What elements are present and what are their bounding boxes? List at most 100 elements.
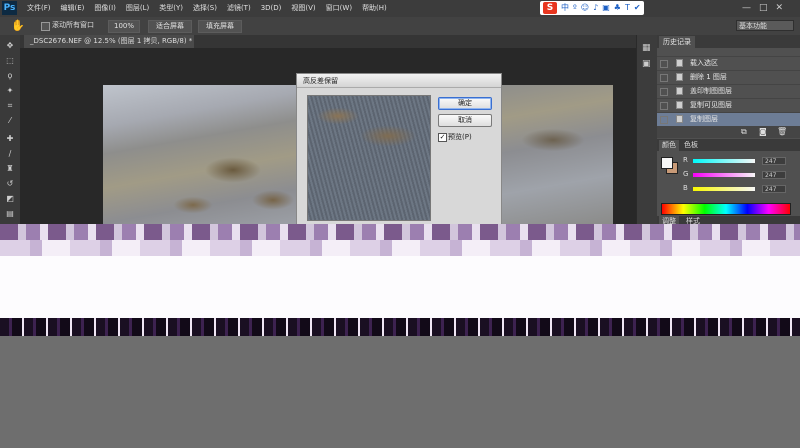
tab-history[interactable]: 历史记录 xyxy=(659,36,695,48)
menu-3d[interactable]: 3D(D) xyxy=(256,0,287,17)
eyedropper-tool-icon[interactable]: ⁄ xyxy=(5,116,15,126)
history-tabbar: 历史记录 xyxy=(657,35,800,48)
history-panel: 历史记录 载入选区 删除 1 图层 盖印制图图层 复制可见图层 复制图层 ⧉ ◙… xyxy=(657,35,800,139)
history-brush-tool-icon[interactable]: ↺ xyxy=(5,179,15,189)
tab-color[interactable]: 颜色 xyxy=(659,140,679,151)
snapshot-camera-icon[interactable]: ◙ xyxy=(759,127,767,136)
ime-punct-icon[interactable]: º xyxy=(573,1,577,15)
preview-label: 预览(P) xyxy=(448,133,472,141)
workspace-select[interactable]: 基本功能 xyxy=(736,20,794,31)
channel-b-slider[interactable] xyxy=(693,187,755,191)
trash-icon[interactable]: 🗑 xyxy=(777,127,787,136)
properties-panel-icon[interactable]: ▣ xyxy=(642,59,651,69)
ime-keyboard-icon[interactable]: ▣ xyxy=(602,1,610,15)
glitch-band-light xyxy=(0,240,800,256)
tools-panel: ✥ ⬚ ϙ ✦ ⌗ ⁄ ✚ ∕ ♜ ↺ ◩ ▤ xyxy=(0,35,21,225)
crop-tool-icon[interactable]: ⌗ xyxy=(5,101,15,111)
clone-stamp-tool-icon[interactable]: ♜ xyxy=(5,164,15,174)
fit-screen-button[interactable]: 适合屏幕 xyxy=(148,20,192,33)
healing-brush-tool-icon[interactable]: ✚ xyxy=(5,134,15,144)
zoom-100-button[interactable]: 100% xyxy=(108,20,140,33)
history-footer: ⧉ ◙ 🗑 xyxy=(657,126,800,138)
window-controls: — □ ✕ xyxy=(742,0,783,16)
menu-items: 文件(F) 编辑(E) 图像(I) 图层(L) 类型(Y) 选择(S) 滤镜(T… xyxy=(22,0,392,17)
move-tool-icon[interactable]: ✥ xyxy=(5,41,15,51)
cancel-button[interactable]: 取消 xyxy=(438,114,492,127)
foreground-color-swatch[interactable] xyxy=(661,157,673,169)
channel-b-label: B xyxy=(683,184,688,192)
photoshop-logo-icon: Ps xyxy=(2,1,17,15)
brush-tool-icon[interactable]: ∕ xyxy=(5,149,15,159)
history-source-toggle[interactable] xyxy=(660,74,668,82)
ime-chinese-icon[interactable]: 中 xyxy=(561,1,569,15)
menu-file[interactable]: 文件(F) xyxy=(22,0,56,17)
menu-type[interactable]: 类型(Y) xyxy=(154,0,188,17)
history-panel-icon[interactable]: ▦ xyxy=(642,43,651,53)
document-icon xyxy=(676,87,683,95)
close-icon[interactable]: ✕ xyxy=(776,0,784,16)
gradient-tool-icon[interactable]: ▤ xyxy=(5,209,15,219)
menu-edit[interactable]: 编辑(E) xyxy=(56,0,90,17)
menu-layer[interactable]: 图层(L) xyxy=(121,0,154,17)
scroll-all-windows-checkbox[interactable] xyxy=(41,22,50,31)
fill-screen-button[interactable]: 填充屏幕 xyxy=(198,20,242,33)
channel-b-value[interactable]: 247 xyxy=(762,185,786,193)
menu-help[interactable]: 帮助(H) xyxy=(357,0,392,17)
ime-emoji-icon[interactable]: ☺ xyxy=(581,1,589,15)
ime-toolbar: S 中 º ☺ ♪ ▣ ♣ T ✔ xyxy=(540,1,644,15)
color-panel: 颜色 色板 R 247 G 247 B 247 调整 样式 xyxy=(657,139,800,226)
history-source-toggle[interactable] xyxy=(660,88,668,96)
history-row[interactable]: 删除 1 图层 xyxy=(657,71,800,85)
minimize-icon[interactable]: — xyxy=(742,0,751,16)
hand-tool-icon[interactable]: ✋ xyxy=(11,19,25,32)
color-spectrum-bar[interactable] xyxy=(661,203,791,215)
history-row-selected[interactable]: 复制图层 xyxy=(657,113,800,127)
menu-window[interactable]: 窗口(W) xyxy=(321,0,357,17)
menu-bar: Ps 文件(F) 编辑(E) 图像(I) 图层(L) 类型(Y) 选择(S) 滤… xyxy=(0,0,800,18)
dialog-title: 高反差保留 xyxy=(303,77,338,85)
dialog-titlebar[interactable]: 高反差保留 xyxy=(297,74,501,88)
history-row[interactable]: 复制可见图层 xyxy=(657,99,800,113)
menu-view[interactable]: 视图(V) xyxy=(286,0,320,17)
channel-g-value[interactable]: 247 xyxy=(762,171,786,179)
blank-grey-area xyxy=(0,336,800,448)
glitch-band-dark xyxy=(0,318,800,336)
document-icon xyxy=(676,101,683,109)
history-row-partial xyxy=(657,48,800,57)
panel-dock: ▦ ▣ xyxy=(636,35,658,225)
ime-shirt-icon[interactable]: T xyxy=(625,1,630,15)
marquee-tool-icon[interactable]: ⬚ xyxy=(5,56,15,66)
color-tabbar: 颜色 色板 xyxy=(657,139,800,151)
history-source-toggle[interactable] xyxy=(660,60,668,68)
options-bar: ✋ 滚动所有窗口 100% 适合屏幕 填充屏幕 基本功能 xyxy=(0,17,800,36)
menu-image[interactable]: 图像(I) xyxy=(89,0,121,17)
channel-g-slider[interactable] xyxy=(693,173,755,177)
history-row[interactable]: 盖印制图图层 xyxy=(657,85,800,99)
history-source-toggle[interactable] xyxy=(660,102,668,110)
lasso-tool-icon[interactable]: ϙ xyxy=(5,71,15,81)
document-icon xyxy=(676,115,683,123)
history-source-toggle[interactable] xyxy=(660,116,668,124)
preview-checkbox[interactable]: ✓ xyxy=(438,133,447,142)
maximize-icon[interactable]: □ xyxy=(759,0,768,16)
ime-skin-icon[interactable]: ♣ xyxy=(614,1,621,15)
channel-r-value[interactable]: 247 xyxy=(762,157,786,165)
document-icon xyxy=(676,73,683,81)
document-icon xyxy=(676,59,683,67)
ime-tools-icon[interactable]: ✔ xyxy=(634,1,641,15)
menu-filter[interactable]: 滤镜(T) xyxy=(222,0,256,17)
menu-select[interactable]: 选择(S) xyxy=(188,0,222,17)
channel-r-label: R xyxy=(683,156,688,164)
eraser-tool-icon[interactable]: ◩ xyxy=(5,194,15,204)
tab-swatches[interactable]: 色板 xyxy=(681,140,701,151)
ime-voice-icon[interactable]: ♪ xyxy=(593,1,598,15)
filter-preview[interactable] xyxy=(307,95,431,221)
channel-r-slider[interactable] xyxy=(693,159,755,163)
document-tab[interactable]: _DSC2676.NEF @ 12.5% (图层 1 拷贝, RGB/8) * xyxy=(24,35,194,48)
sogou-logo-icon[interactable]: S xyxy=(543,2,557,14)
magic-wand-tool-icon[interactable]: ✦ xyxy=(5,86,15,96)
ok-button[interactable]: 确定 xyxy=(438,97,492,110)
new-document-from-state-icon[interactable]: ⧉ xyxy=(741,127,747,137)
high-pass-dialog: 高反差保留 确定 取消 ✓ 预览(P) xyxy=(296,73,502,225)
history-row[interactable]: 载入选区 xyxy=(657,57,800,71)
